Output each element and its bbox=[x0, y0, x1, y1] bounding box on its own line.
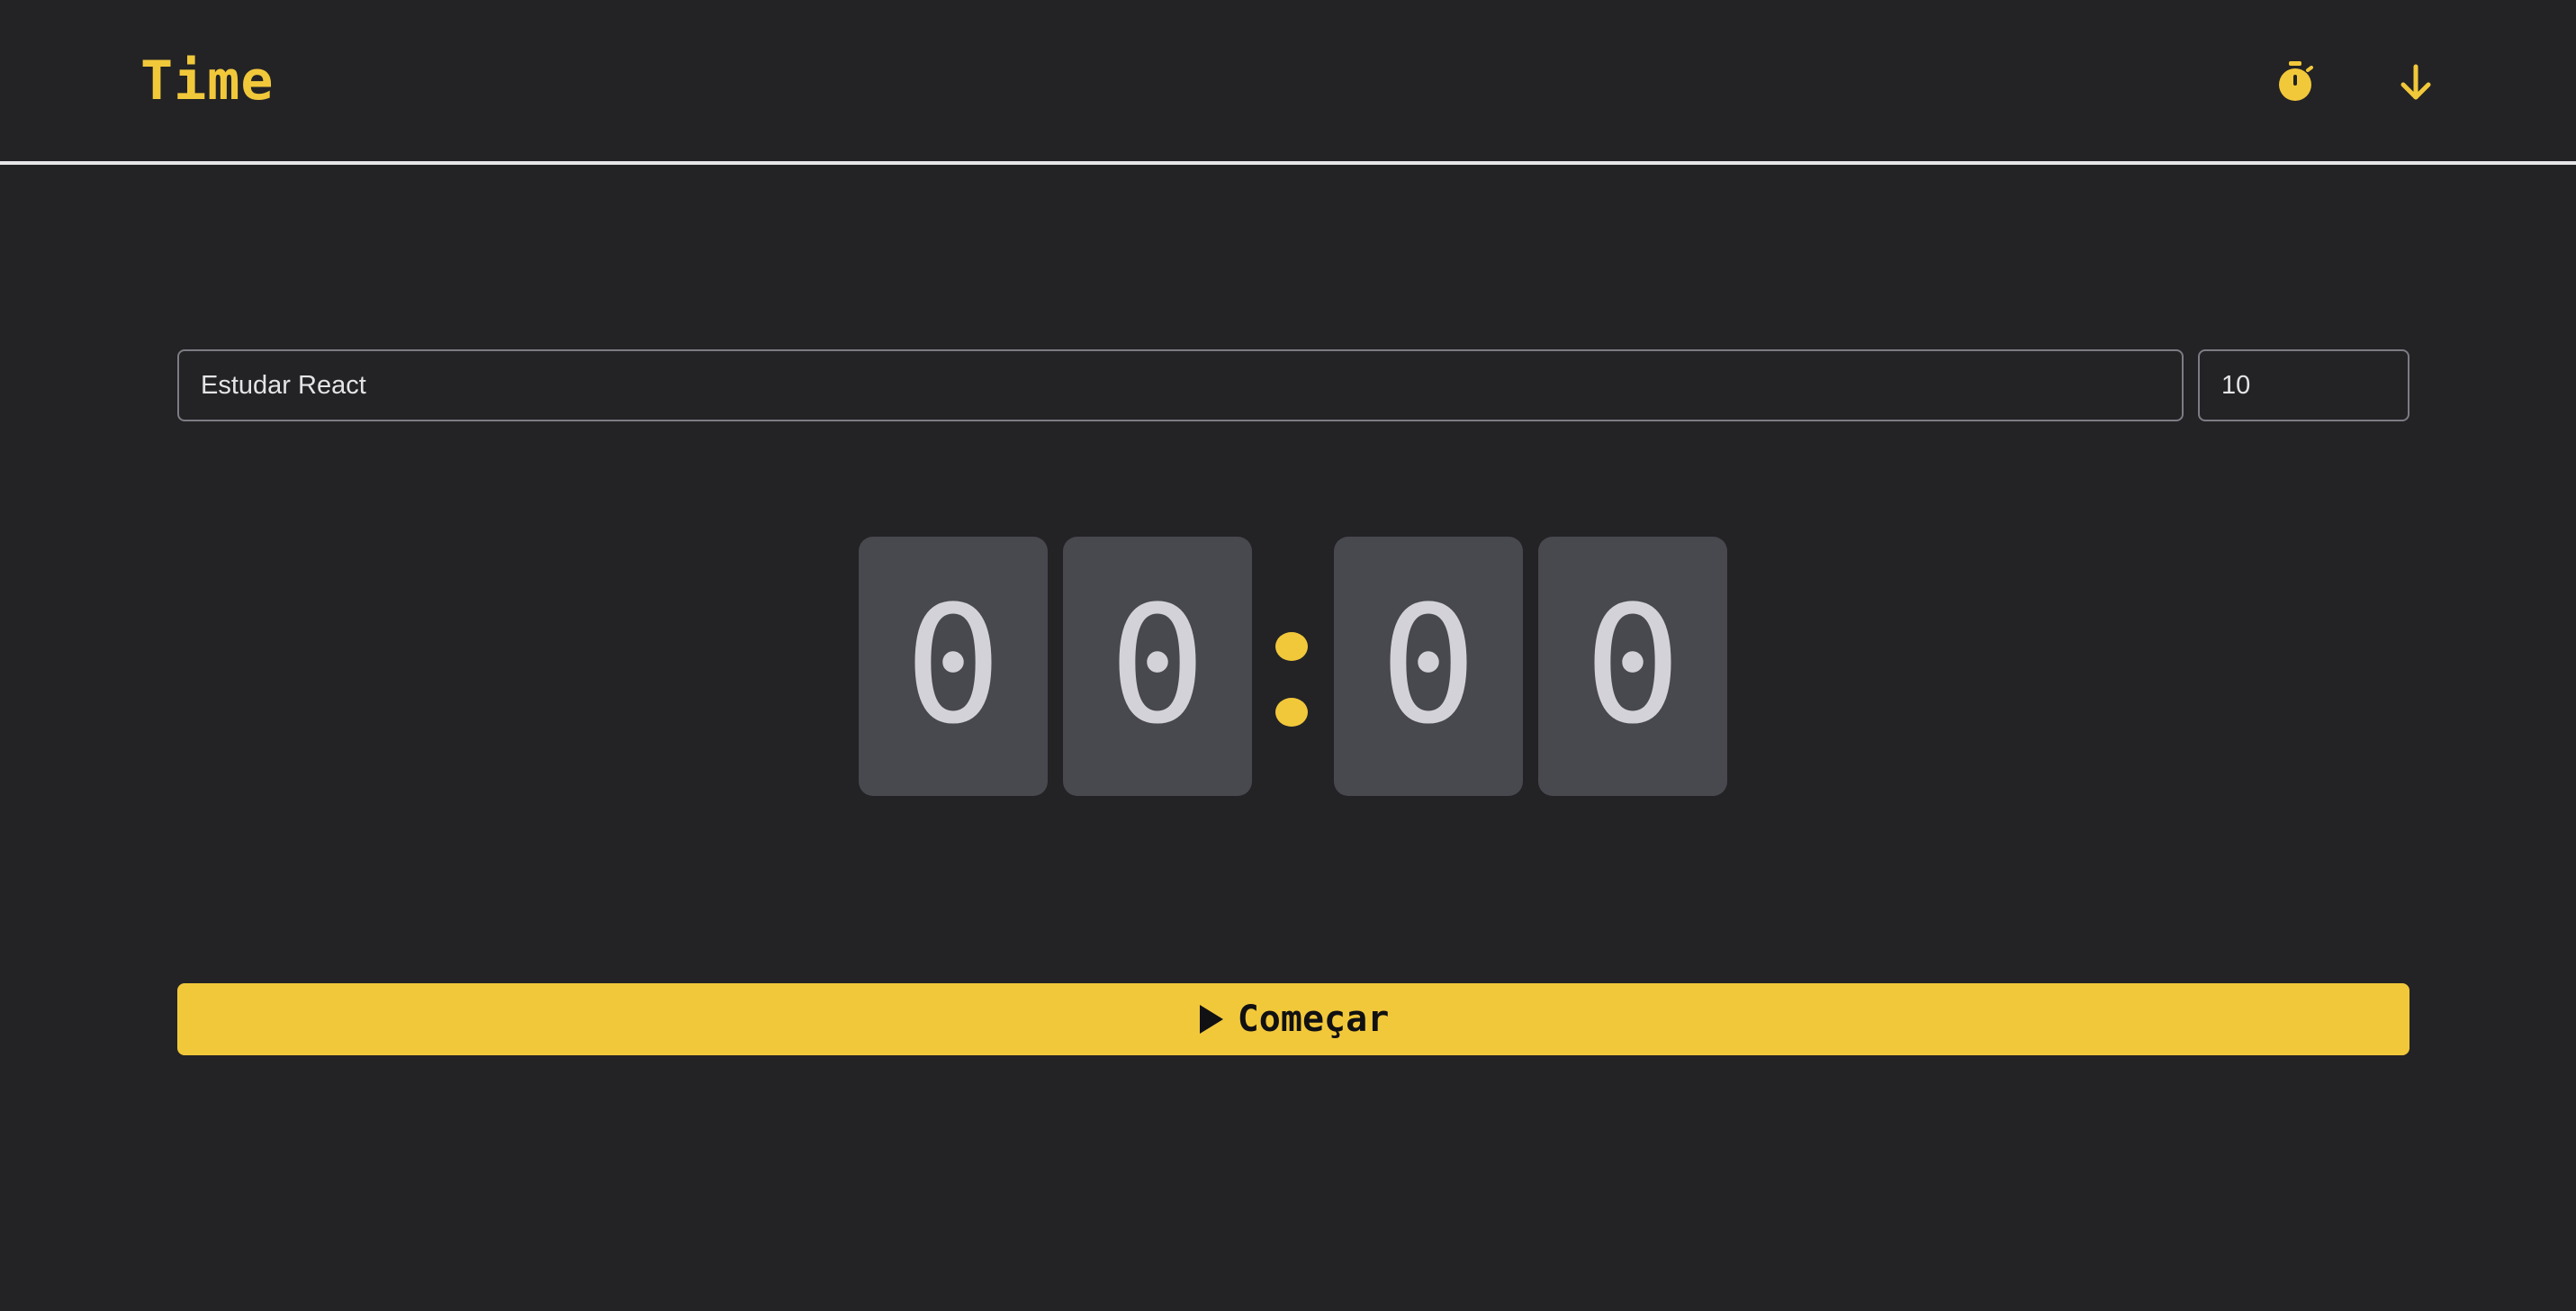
history-nav-link[interactable] bbox=[2387, 54, 2445, 112]
minutes-input[interactable] bbox=[2198, 349, 2409, 421]
countdown-digit-seconds-tens: 0 bbox=[1334, 537, 1523, 796]
task-input[interactable] bbox=[177, 349, 2184, 421]
start-button-label: Começar bbox=[1237, 999, 1390, 1040]
brand-logo-text: Time bbox=[140, 50, 275, 113]
start-button[interactable]: Começar bbox=[177, 983, 2409, 1055]
timer-nav-link[interactable] bbox=[2266, 52, 2324, 110]
history-arrow-down-icon bbox=[2400, 64, 2431, 100]
countdown-digit-minutes-ones: 0 bbox=[1063, 537, 1252, 796]
countdown-digit-minutes-tens: 0 bbox=[859, 537, 1048, 796]
separator-dot bbox=[1275, 632, 1308, 661]
app-header: Time bbox=[0, 0, 2576, 165]
play-icon bbox=[1198, 1003, 1225, 1035]
timer-icon bbox=[2279, 61, 2313, 101]
separator-dot bbox=[1275, 698, 1308, 727]
countdown-digit-seconds-ones: 0 bbox=[1538, 537, 1727, 796]
countdown-separator bbox=[1274, 621, 1310, 729]
